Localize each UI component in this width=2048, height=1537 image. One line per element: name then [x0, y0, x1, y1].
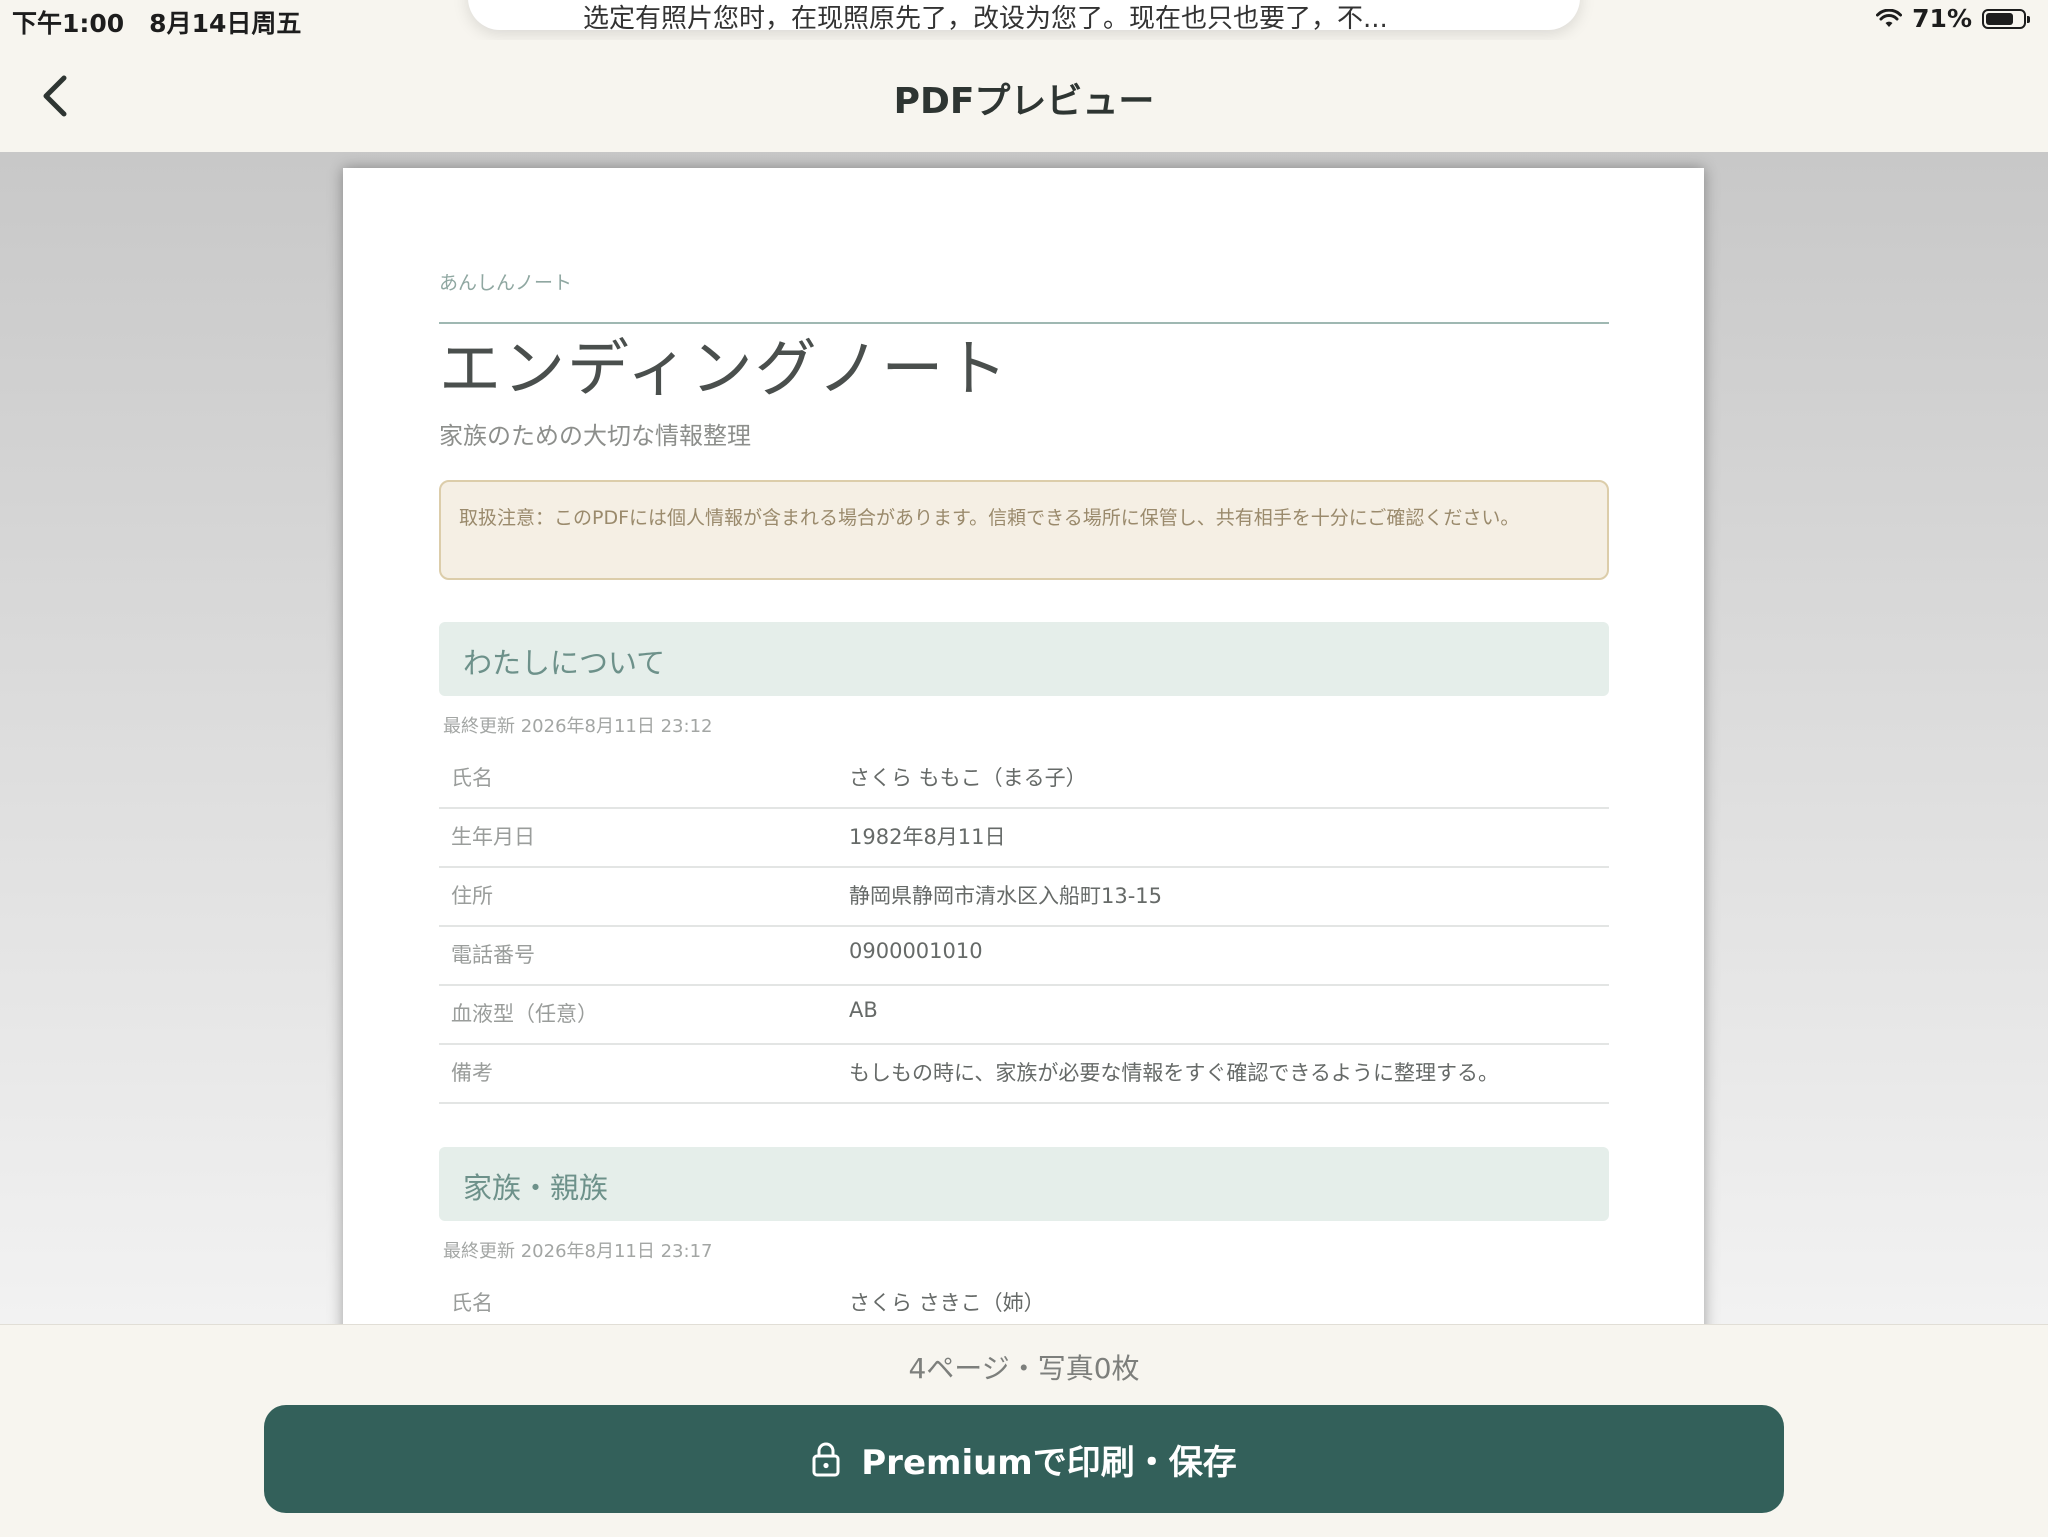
- row-label: 氏名: [451, 766, 493, 790]
- section-header-family: 家族・親族: [439, 1147, 1609, 1221]
- row-label: 電話番号: [451, 943, 535, 967]
- table-row: 電話番号 0900001010: [439, 925, 1609, 986]
- row-label: 氏名: [451, 1291, 493, 1315]
- table-row: 血液型（任意） AB: [439, 984, 1609, 1045]
- section-header-about-me: わたしについて: [439, 622, 1609, 696]
- row-value: 0900001010: [849, 939, 983, 963]
- table-row: 氏名 さくら さきこ（姉）: [439, 1273, 1609, 1324]
- battery-icon: [1982, 8, 2030, 29]
- document-title: エンディングノート: [439, 332, 1010, 405]
- table-row: 住所 静岡県静岡市清水区入船町13-15: [439, 866, 1609, 927]
- table-row: 生年月日 1982年8月11日: [439, 807, 1609, 868]
- notification-text: 选定有照片您时，在现照原先了，改设为您了。现在也只也要了，不...: [583, 4, 1388, 30]
- lock-icon: [812, 1442, 840, 1477]
- section-title: わたしについて: [463, 646, 666, 680]
- wifi-icon: [1876, 8, 1903, 27]
- premium-button-label: Premiumで印刷・保存: [861, 1442, 1237, 1483]
- row-value: もしもの時に、家族が必要な情報をすぐ確認できるように整理する。: [849, 1061, 1499, 1085]
- notification-banner[interactable]: 选定有照片您时，在现照原先了，改设为您了。现在也只也要了，不...: [468, 0, 1580, 30]
- row-value: 1982年8月11日: [849, 825, 1006, 849]
- section-title: 家族・親族: [463, 1171, 609, 1205]
- status-right: 71%: [1876, 4, 2030, 33]
- table-row: 備考 もしもの時に、家族が必要な情報をすぐ確認できるように整理する。: [439, 1043, 1609, 1104]
- last-updated: 最終更新 2026年8月11日 23:17: [443, 1241, 713, 1262]
- privacy-notice: 取扱注意：このPDFには個人情報が含まれる場合があります。信頼できる場所に保管し…: [439, 480, 1609, 580]
- battery-percent: 71%: [1912, 4, 1972, 33]
- row-value: さくら さきこ（姉）: [849, 1291, 1045, 1315]
- page-info: 4ページ・写真0枚: [908, 1352, 1140, 1385]
- row-value: さくら ももこ（まる子）: [849, 766, 1087, 790]
- status-time: 下午1:00 8月14日周五: [12, 9, 302, 38]
- brand-label: あんしんノート: [439, 272, 573, 294]
- row-label: 血液型（任意）: [451, 1002, 598, 1026]
- row-label: 備考: [451, 1061, 493, 1085]
- row-value: 静岡県静岡市清水区入船町13-15: [849, 884, 1163, 908]
- nav-bar: PDFプレビュー: [0, 40, 2048, 152]
- document-subtitle: 家族のための大切な情報整理: [439, 422, 751, 450]
- row-value: AB: [849, 998, 878, 1022]
- table-row: 氏名 さくら ももこ（まる子）: [439, 748, 1609, 809]
- pdf-page: あんしんノート エンディングノート 家族のための大切な情報整理 取扱注意：このP…: [343, 168, 1704, 1324]
- row-label: 住所: [451, 884, 493, 908]
- pdf-preview[interactable]: あんしんノート エンディングノート 家族のための大切な情報整理 取扱注意：このP…: [0, 152, 2048, 1324]
- premium-print-save-button[interactable]: Premiumで印刷・保存: [264, 1405, 1784, 1513]
- page-title: PDFプレビュー: [893, 81, 1155, 122]
- row-label: 生年月日: [451, 825, 535, 849]
- bottom-bar: 4ページ・写真0枚 Premiumで印刷・保存: [0, 1324, 2048, 1537]
- last-updated: 最終更新 2026年8月11日 23:12: [443, 716, 713, 737]
